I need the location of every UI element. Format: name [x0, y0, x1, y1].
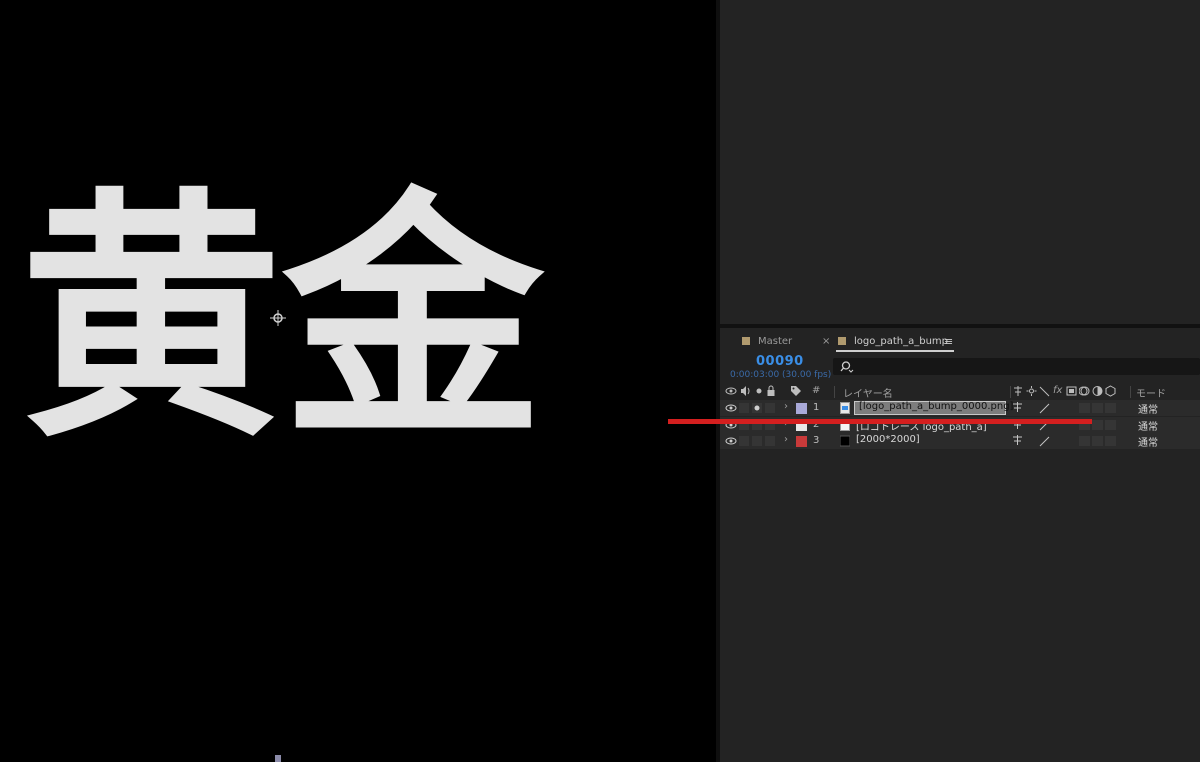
- comp-icon: [838, 337, 846, 345]
- panel-menu-icon[interactable]: ≡: [944, 334, 953, 350]
- blend-mode-select[interactable]: 通常: [1138, 418, 1158, 433]
- search-icon: [840, 361, 854, 373]
- layer-name[interactable]: [logo_path_a_bump_0000.png]: [859, 401, 1013, 412]
- layer-row-1[interactable]: › 1 [logo_path_a_bump_0000.png] 通常: [720, 400, 1200, 416]
- mode-header[interactable]: モード: [1136, 385, 1166, 400]
- layer-number-header: #: [812, 385, 821, 396]
- frame-blend-icon[interactable]: [1066, 385, 1077, 397]
- timeline-panel: Master × logo_path_a_bump ≡ 00090 0:00:0…: [720, 328, 1200, 762]
- switch-3d[interactable]: [1105, 436, 1116, 446]
- switch-adjustment[interactable]: [1092, 403, 1103, 413]
- frame-marker[interactable]: [275, 755, 281, 762]
- comp-icon: [742, 337, 750, 345]
- anchor-point-icon[interactable]: [270, 310, 286, 326]
- column-separator: [1130, 386, 1131, 398]
- motion-blur-icon[interactable]: [1079, 385, 1090, 397]
- adjustment-layer-icon[interactable]: [1092, 385, 1103, 397]
- lock-icon[interactable]: [765, 385, 777, 397]
- video-eye-icon[interactable]: [725, 402, 737, 414]
- quality-switch-icon[interactable]: [1038, 435, 1050, 447]
- tab-label: logo_path_a_bump: [854, 336, 948, 347]
- audio-toggle[interactable]: [739, 436, 749, 446]
- switch-adjustment[interactable]: [1092, 436, 1103, 446]
- red-annotation-line: [668, 419, 1092, 424]
- 3d-layer-icon[interactable]: [1105, 385, 1116, 397]
- column-separator: [834, 386, 835, 398]
- layer-name-header[interactable]: レイヤー名: [843, 385, 893, 400]
- time-fps-readout: 0:00:03:00 (30.00 fps): [730, 370, 832, 380]
- expand-chevron-icon[interactable]: ›: [784, 434, 788, 445]
- shy-icon[interactable]: [1012, 401, 1023, 413]
- layer-number: 3: [813, 435, 820, 446]
- layer-name[interactable]: [2000*2000]: [856, 434, 920, 445]
- image-file-icon: [840, 402, 850, 414]
- quality-icon[interactable]: [1039, 385, 1050, 397]
- solo-toggle[interactable]: [752, 436, 762, 446]
- shy-icon[interactable]: [1013, 385, 1023, 397]
- tab-label: Master: [758, 336, 793, 347]
- kanji-glyph-1: 黄: [20, 164, 282, 472]
- video-eye-icon[interactable]: [725, 385, 737, 397]
- layer-search-input[interactable]: [833, 358, 1200, 375]
- switch-motion-blur[interactable]: [1079, 436, 1090, 446]
- tab-logo-path-a-bump[interactable]: logo_path_a_bump: [838, 334, 948, 350]
- current-time-display[interactable]: 00090: [756, 354, 804, 369]
- tab-master[interactable]: Master: [742, 334, 792, 350]
- switch-3d[interactable]: [1105, 420, 1116, 430]
- quality-switch-icon[interactable]: [1038, 402, 1050, 414]
- solid-icon: [840, 435, 850, 447]
- label-tag-icon[interactable]: [790, 385, 802, 397]
- tab-close-icon[interactable]: ×: [822, 334, 830, 350]
- blend-mode-select[interactable]: 通常: [1138, 434, 1158, 449]
- shy-icon[interactable]: [1012, 434, 1023, 446]
- label-color-chip[interactable]: [796, 436, 807, 447]
- video-eye-icon[interactable]: [725, 435, 737, 447]
- layer-number: 1: [813, 402, 820, 413]
- switch-motion-blur[interactable]: [1079, 403, 1090, 413]
- solo-icon[interactable]: [752, 403, 762, 413]
- kanji-glyph-2: 金: [282, 164, 544, 472]
- lock-toggle[interactable]: [765, 403, 775, 413]
- lock-toggle[interactable]: [765, 436, 775, 446]
- expand-chevron-icon[interactable]: ›: [784, 401, 788, 412]
- collapse-icon[interactable]: [1026, 385, 1037, 397]
- switch-adjustment[interactable]: [1092, 420, 1103, 430]
- active-tab-indicator: [836, 350, 954, 352]
- audio-speaker-icon[interactable]: [739, 385, 751, 397]
- effects-icon[interactable]: fx: [1053, 385, 1062, 396]
- empty-panel: [720, 0, 1200, 324]
- solo-icon[interactable]: [753, 385, 765, 397]
- column-separator: [1010, 386, 1011, 398]
- layer-row-3[interactable]: › 3 [2000*2000] 通常: [720, 433, 1200, 449]
- layer-column-header: # レイヤー名 fx モード: [720, 384, 1200, 400]
- composition-viewer[interactable]: 黄 金: [0, 0, 716, 762]
- audio-toggle[interactable]: [739, 403, 749, 413]
- blend-mode-select[interactable]: 通常: [1138, 401, 1158, 416]
- label-color-chip[interactable]: [796, 403, 807, 414]
- switch-3d[interactable]: [1105, 403, 1116, 413]
